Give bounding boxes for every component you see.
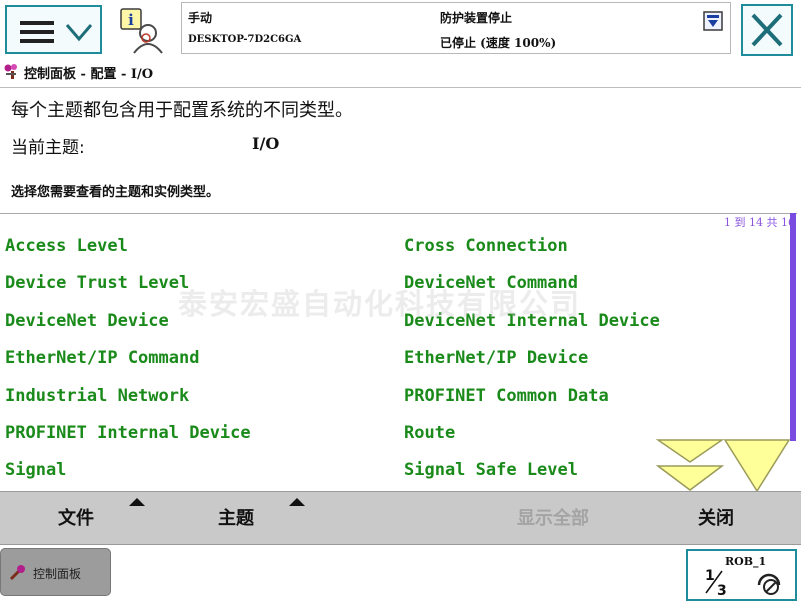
list-item[interactable]: Device Trust Level <box>5 273 189 293</box>
vertical-scrollbar[interactable] <box>790 213 796 441</box>
main-menu-button[interactable] <box>5 5 102 54</box>
list-counter: 1 到 14 共 16 <box>724 216 795 229</box>
status-panel[interactable]: 手动 DESKTOP-7D2C6GA 防护装置停止 已停止 (速度 100%) <box>181 2 731 54</box>
breadcrumb: 控制面板 - 配置 - I/O <box>24 67 154 82</box>
current-topic-value: I/O <box>252 134 280 153</box>
user-info-icon[interactable]: i <box>118 7 168 55</box>
scroll-down-icon[interactable] <box>656 437 724 493</box>
svg-text:i: i <box>128 11 134 29</box>
list-item[interactable]: PROFINET Common Data <box>404 386 609 406</box>
svg-text:3: 3 <box>717 583 727 597</box>
robot-status-button[interactable]: ROB_1 1 3 <box>686 549 797 601</box>
close-button[interactable]: 关闭 <box>698 502 734 536</box>
page-down-icon[interactable] <box>723 437 791 493</box>
menu-up-arrow-icon <box>289 498 305 506</box>
breadcrumb-row: 控制面板 - 配置 - I/O <box>0 60 801 87</box>
task-fraction-icon: 1 3 <box>705 568 727 597</box>
list-item[interactable]: PROFINET Internal Device <box>5 423 251 443</box>
command-bar: 文件 主题 显示全部 关闭 <box>0 491 801 545</box>
menu-up-arrow-icon <box>129 498 145 506</box>
wrench-icon <box>9 565 25 581</box>
operation-mode: 手动 <box>188 11 213 25</box>
status-bar: i 手动 DESKTOP-7D2C6GA 防护装置停止 已停止 (速度 100%… <box>0 0 801 60</box>
topic-menu-button[interactable]: 主题 <box>218 502 254 536</box>
list-item[interactable]: Cross Connection <box>404 236 568 256</box>
event-log-icon <box>703 11 723 31</box>
robot-stop-icon <box>757 573 781 595</box>
list-item[interactable]: EtherNet/IP Command <box>5 348 199 368</box>
list-item[interactable]: Industrial Network <box>5 386 189 406</box>
list-item[interactable]: Access Level <box>5 236 128 256</box>
close-window-button[interactable] <box>741 4 793 56</box>
list-item[interactable]: DeviceNet Device <box>5 311 169 331</box>
task-button-label: 控制面板 <box>33 567 82 581</box>
show-all-button[interactable]: 显示全部 <box>517 502 589 536</box>
control-panel-icon <box>4 64 17 79</box>
guard-status: 防护装置停止 <box>440 11 513 25</box>
selection-hint: 选择您需要查看的主题和实例类型。 <box>11 185 220 200</box>
list-item[interactable]: Route <box>404 423 455 443</box>
control-panel-task-button[interactable]: 控制面板 <box>0 548 111 596</box>
file-menu-button[interactable]: 文件 <box>58 502 94 536</box>
current-topic-label: 当前主题: <box>11 138 85 158</box>
svg-text:1: 1 <box>705 568 715 584</box>
hamburger-icon <box>20 21 54 43</box>
controller-name: DESKTOP-7D2C6GA <box>188 34 302 45</box>
list-item[interactable]: EtherNet/IP Device <box>404 348 588 368</box>
close-icon <box>751 13 783 47</box>
taskbar: 控制面板 ROB_1 1 3 <box>0 545 801 603</box>
list-item[interactable]: Signal Safe Level <box>404 460 578 480</box>
chevron-down-icon <box>65 24 93 42</box>
watermark: 泰安宏盛自动化科技有限公司 <box>178 287 582 321</box>
page-description: 每个主题都包含用于配置系统的不同类型。 <box>11 100 353 121</box>
list-item[interactable]: Signal <box>5 460 66 480</box>
run-status: 已停止 (速度 100%) <box>440 36 557 50</box>
